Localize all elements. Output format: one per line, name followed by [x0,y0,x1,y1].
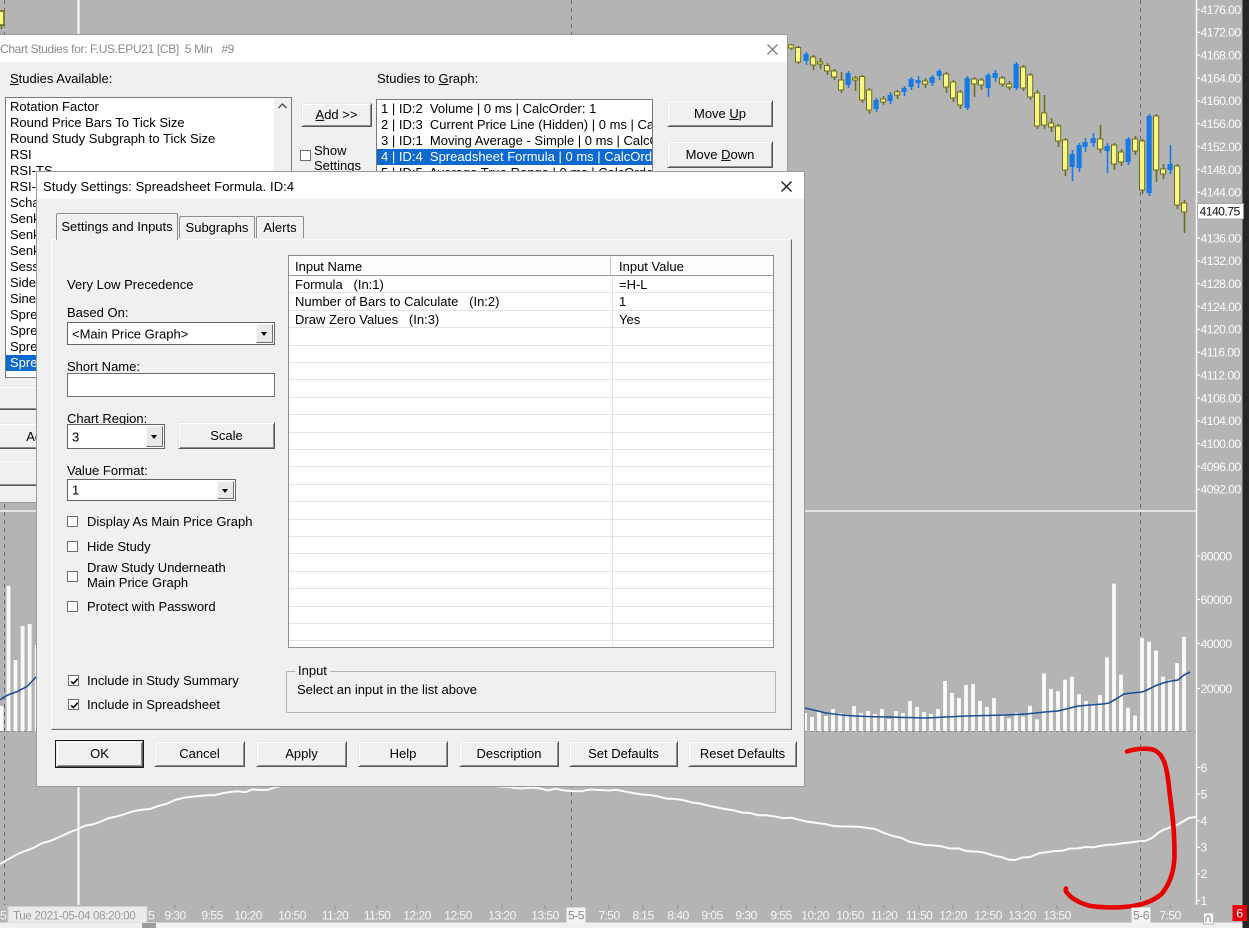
svg-text:12:20: 12:20 [939,909,967,923]
svg-text:10:50: 10:50 [836,909,864,923]
svg-text:80000: 80000 [1201,549,1233,563]
svg-text:8:40: 8:40 [667,909,689,923]
svg-text:4120.00: 4120.00 [1201,323,1242,337]
svg-text:11:20: 11:20 [322,909,349,923]
svg-text:9:30: 9:30 [735,909,757,923]
svg-text:4124.00: 4124.00 [1201,300,1242,314]
svg-text:13:20: 13:20 [1008,909,1036,923]
svg-text:4176.00: 4176.00 [1201,3,1242,17]
svg-text:4144.00: 4144.00 [1201,186,1242,200]
svg-text:4156.00: 4156.00 [1201,117,1242,131]
svg-text:4108.00: 4108.00 [1201,391,1242,405]
svg-text:5: 5 [1201,787,1208,801]
svg-text:3: 3 [1201,841,1208,855]
svg-text:11:50: 11:50 [906,909,933,923]
svg-text:60000: 60000 [1201,593,1233,607]
svg-text:12:50: 12:50 [974,909,1002,923]
svg-text:4096.00: 4096.00 [1201,460,1242,474]
svg-text:4: 4 [1201,814,1208,828]
svg-text:6: 6 [1236,907,1243,921]
svg-text:7:50: 7:50 [1159,909,1181,923]
svg-text:4104.00: 4104.00 [1201,414,1242,428]
svg-text:9:55: 9:55 [201,909,223,923]
svg-text:2: 2 [1201,867,1208,881]
svg-text:4164.00: 4164.00 [1201,71,1242,85]
svg-text:7:50: 7:50 [598,909,620,923]
svg-text:9:55: 9:55 [770,909,792,923]
svg-text:40000: 40000 [1201,637,1233,651]
svg-text:4128.00: 4128.00 [1201,277,1242,291]
svg-text:5: 5 [148,909,155,923]
svg-text:4132.00: 4132.00 [1201,254,1242,268]
svg-text:13:20: 13:20 [488,909,516,923]
svg-text:4172.00: 4172.00 [1201,26,1242,40]
svg-text:12:20: 12:20 [403,909,431,923]
svg-text:5-6: 5-6 [1133,909,1150,923]
svg-text:4112.00: 4112.00 [1201,368,1241,382]
svg-text:4152.00: 4152.00 [1201,140,1242,154]
svg-text:4136.00: 4136.00 [1201,231,1242,245]
svg-text:Tue 2021-05-04 08:20:00: Tue 2021-05-04 08:20:00 [13,910,135,923]
svg-text:10:20: 10:20 [234,909,262,923]
svg-text:4160.00: 4160.00 [1201,94,1242,108]
svg-text:4148.00: 4148.00 [1201,163,1242,177]
svg-text:4168.00: 4168.00 [1201,49,1242,63]
svg-text:20000: 20000 [1201,682,1233,696]
svg-text:4100.00: 4100.00 [1201,437,1242,451]
svg-text:1: 1 [1201,894,1208,908]
svg-text:9:30: 9:30 [164,909,186,923]
svg-text:11:50: 11:50 [364,909,391,923]
svg-text:10:50: 10:50 [278,909,306,923]
svg-text:8:15: 8:15 [632,909,654,923]
svg-text:4140.75: 4140.75 [1200,205,1241,219]
svg-text:4092.00: 4092.00 [1201,483,1242,497]
svg-text:5-5: 5-5 [568,909,585,923]
svg-text:11:20: 11:20 [871,909,898,923]
svg-text:13:50: 13:50 [1043,909,1071,923]
svg-text:10:20: 10:20 [801,909,829,923]
svg-text:9:05: 9:05 [701,909,723,923]
svg-text:4116.00: 4116.00 [1201,346,1241,360]
svg-text:6: 6 [1201,761,1208,775]
svg-text:13:50: 13:50 [531,909,559,923]
svg-text:12:50: 12:50 [444,909,472,923]
